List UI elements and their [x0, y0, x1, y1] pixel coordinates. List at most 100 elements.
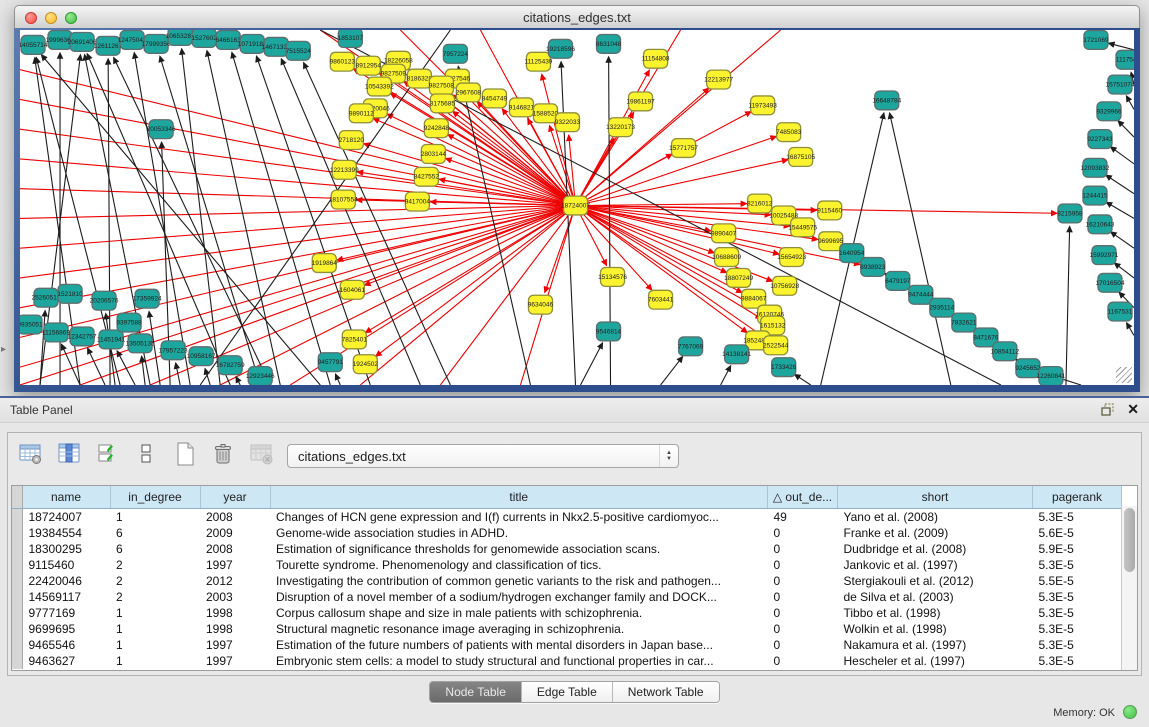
- graph-node[interactable]: 2967608: [456, 83, 482, 102]
- cell-name[interactable]: 9463627: [22, 653, 110, 669]
- select-rows-icon[interactable]: [93, 439, 123, 469]
- graph-node[interactable]: 12213399: [330, 160, 359, 179]
- graph-node[interactable]: 10854112: [991, 342, 1020, 361]
- graph-node[interactable]: 19861197: [626, 92, 655, 111]
- graph-node[interactable]: 8912954: [356, 56, 382, 75]
- table-row[interactable]: 946554611997Estimation of the future num…: [12, 637, 1122, 653]
- graph-node[interactable]: 1167531: [1108, 302, 1133, 321]
- edge-black[interactable]: [721, 366, 731, 385]
- graph-node[interactable]: 9115460: [817, 201, 842, 220]
- graph-node[interactable]: 9242848: [424, 119, 450, 138]
- cell-short[interactable]: Hescheler et al. (1997): [838, 653, 1033, 669]
- table-row[interactable]: 977716911998Corpus callosum shape and si…: [12, 605, 1122, 621]
- graph-node[interactable]: 20053346: [147, 120, 176, 139]
- cell-name[interactable]: 9777169: [22, 605, 110, 621]
- graph-node[interactable]: 2522544: [763, 336, 789, 355]
- cell-short[interactable]: de Silva et al. (2003): [838, 589, 1033, 605]
- cell-title[interactable]: Estimation of significance thresholds fo…: [270, 541, 768, 557]
- cell-out_degree[interactable]: 0: [768, 525, 838, 541]
- cell-pagerank[interactable]: 5.6E-5: [1033, 525, 1122, 541]
- graph-node[interactable]: 1521810: [57, 284, 83, 303]
- graph-node[interactable]: 11154808: [642, 49, 670, 68]
- graph-node[interactable]: 19218596: [546, 39, 575, 58]
- edge-black[interactable]: [182, 49, 221, 385]
- cell-in_degree[interactable]: 1: [110, 605, 200, 621]
- graph-node[interactable]: 9546814: [596, 322, 622, 341]
- cell-out_degree[interactable]: 0: [768, 573, 838, 589]
- edge-black[interactable]: [581, 343, 603, 385]
- graph-node[interactable]: 17016504: [1096, 273, 1125, 292]
- cell-in_degree[interactable]: 2: [110, 573, 200, 589]
- graph-node[interactable]: 1853107: [338, 30, 364, 47]
- cell-short[interactable]: Stergiakouli et al. (2012): [838, 573, 1033, 589]
- table-row[interactable]: 1938455462009Genome-wide association stu…: [12, 525, 1122, 541]
- cell-name[interactable]: 9115460: [22, 557, 110, 573]
- edge-black[interactable]: [1110, 147, 1134, 164]
- graph-node[interactable]: 9634046: [528, 295, 554, 314]
- column-header-title[interactable]: title: [270, 486, 768, 509]
- table-row[interactable]: 2242004622012Investigating the contribut…: [12, 573, 1122, 589]
- cell-year[interactable]: 2012: [200, 573, 270, 589]
- cell-pagerank[interactable]: 5.3E-5: [1033, 653, 1122, 669]
- table-row[interactable]: 911546021997Tourette syndrome. Phenomeno…: [12, 557, 1122, 573]
- graph-node[interactable]: 11451941: [97, 330, 126, 349]
- edge-red[interactable]: [20, 159, 575, 206]
- graph-node[interactable]: 13505135: [126, 334, 155, 353]
- cell-short[interactable]: Jankovic et al. (1997): [838, 557, 1033, 573]
- graph-node[interactable]: 16782759: [216, 356, 245, 375]
- cell-year[interactable]: 2008: [200, 509, 270, 526]
- cell-in_degree[interactable]: 1: [110, 509, 200, 526]
- graph-node[interactable]: 9322033: [555, 113, 581, 132]
- cell-out_degree[interactable]: 0: [768, 653, 838, 669]
- graph-node[interactable]: 14055714: [20, 35, 48, 54]
- cell-pagerank[interactable]: 5.3E-5: [1033, 621, 1122, 637]
- graph-node[interactable]: 8427552: [414, 167, 440, 186]
- graph-node[interactable]: 12260841: [1036, 367, 1065, 385]
- graph-node[interactable]: 9890407: [711, 224, 737, 243]
- cell-year[interactable]: 1997: [200, 557, 270, 573]
- graph-node[interactable]: 2935114: [929, 298, 954, 317]
- cell-year[interactable]: 2003: [200, 589, 270, 605]
- cell-name[interactable]: 22420046: [22, 573, 110, 589]
- cell-short[interactable]: Tibbo et al. (1998): [838, 605, 1033, 621]
- graph-node[interactable]: 10543392: [365, 77, 394, 96]
- cell-out_degree[interactable]: 49: [768, 509, 838, 526]
- cell-title[interactable]: Genome-wide association studies in ADHD.: [270, 525, 768, 541]
- cell-out_degree[interactable]: 0: [768, 557, 838, 573]
- edge-black[interactable]: [117, 351, 135, 385]
- tab-edge-table[interactable]: Edge Table: [521, 682, 612, 702]
- graph-node[interactable]: 7603441: [648, 290, 674, 309]
- column-header-pagerank[interactable]: pagerank: [1033, 486, 1122, 509]
- graph-node[interactable]: 9457791: [318, 353, 344, 372]
- graph-node[interactable]: 9935051: [20, 315, 43, 334]
- graph-node[interactable]: 1721069: [1083, 30, 1109, 49]
- cell-title[interactable]: Estimation of the future numbers of pati…: [270, 637, 768, 653]
- resize-grip-icon[interactable]: [1116, 367, 1132, 383]
- column-header-in_degree[interactable]: in_degree: [110, 486, 200, 509]
- graph-node[interactable]: 7767069: [678, 337, 704, 356]
- graph-node[interactable]: 10958167: [187, 347, 216, 366]
- cell-title[interactable]: Structural magnetic resonance image aver…: [270, 621, 768, 637]
- delete-table-icon[interactable]: [208, 439, 238, 469]
- table-row[interactable]: 969969511998Structural magnetic resonanc…: [12, 621, 1122, 637]
- graph-node[interactable]: 20691406: [68, 32, 97, 51]
- column-header-year[interactable]: year: [200, 486, 270, 509]
- tab-node-table[interactable]: Node Table: [430, 682, 521, 702]
- graph-node[interactable]: 12093832: [1081, 158, 1110, 177]
- cell-year[interactable]: 1998: [200, 605, 270, 621]
- graph-node[interactable]: 7957224: [443, 44, 469, 63]
- graph-node-hub[interactable]: 18724007: [561, 196, 590, 215]
- edge-black[interactable]: [795, 374, 811, 385]
- graph-node[interactable]: 9227343: [1087, 130, 1113, 149]
- cell-title[interactable]: Embryonic stem cells: a model to study s…: [270, 653, 768, 669]
- graph-node[interactable]: 18107554: [329, 190, 358, 209]
- edge-black[interactable]: [1111, 232, 1134, 248]
- graph-node[interactable]: 9397588: [116, 313, 142, 332]
- graph-node[interactable]: 15992971: [1090, 246, 1119, 265]
- graph-node[interactable]: 2803144: [421, 145, 447, 164]
- row-height-icon[interactable]: [131, 439, 161, 469]
- graph-node[interactable]: 1527602: [192, 30, 218, 47]
- graph-node[interactable]: 9890112: [349, 104, 374, 123]
- graph-node[interactable]: 7832621: [951, 313, 977, 332]
- cell-pagerank[interactable]: 5.3E-5: [1033, 637, 1122, 653]
